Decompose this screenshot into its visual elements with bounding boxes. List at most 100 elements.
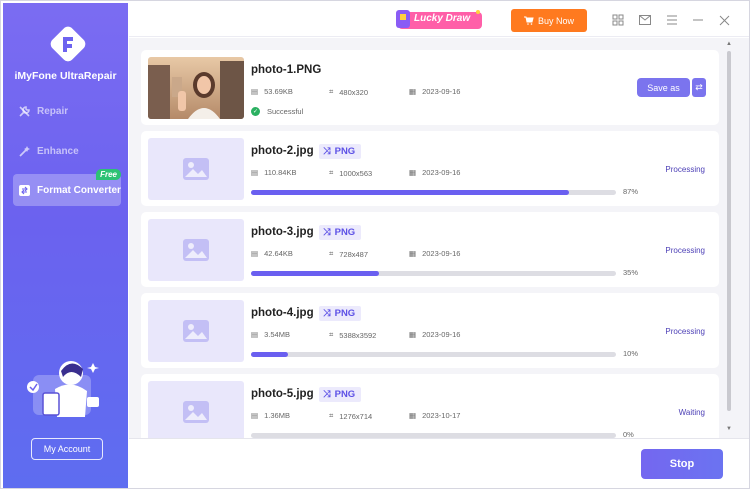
calendar-icon: ▦ [409,249,417,258]
file-date: ▦ 2023-09-16 [409,87,461,96]
file-icon: ▤ [251,168,259,177]
calendar-icon: ▦ [409,411,417,420]
shuffle-icon: ⤨ [323,308,331,319]
status-text: Processing [665,327,705,336]
file-name: photo-2.jpg [251,145,314,157]
photo-thumbnail [148,57,244,119]
status-text: Processing [665,246,705,255]
close-icon[interactable] [717,13,731,27]
format-badge: ⤨ PNG [319,225,362,240]
stop-button[interactable]: Stop [641,449,723,479]
user-illustration-icon [27,361,99,417]
shuffle-icon: ⤨ [323,146,331,157]
format-badge: ⤨ PNG [319,387,362,402]
crop-icon: ⌗ [329,87,334,96]
file-size: ▤ 42.64KB [251,249,293,258]
file-card: photo-2.jpg ⤨ PNG ▤ 110.84KB ⌗ 1000x563 ▦ 20… [141,131,719,206]
file-size: ▤ 1.36MB [251,411,290,420]
progress-percent: 0% [623,430,634,438]
file-size: ▤ 53.69KB [251,87,293,96]
file-dimensions: ⌗ 1276x714 [329,411,373,421]
crop-icon: ⌗ [329,249,334,258]
progress-percent: 10% [623,349,639,358]
file-size: ▤ 3.54MB [251,330,290,339]
file-date: ▦ 2023-09-16 [409,168,461,177]
file-dimensions: ⌗ 728x487 [329,249,369,259]
scroll-down-icon[interactable]: ▼ [726,426,732,432]
lucky-draw-label: Lucky Draw [414,13,471,24]
crop-icon: ⌗ [329,168,334,177]
file-icon: ▤ [251,249,259,258]
progress-bar [251,271,616,276]
app-window: iMyFone UltraRepair Repair Enhance Forma… [0,0,750,489]
app-logo-icon [50,26,86,62]
footer-bar: Stop [129,438,749,488]
file-size: ▤ 110.84KB [251,168,297,177]
status-text: Waiting [678,408,705,417]
sidebar-item-label: Enhance [37,145,79,157]
format-badge: ⤨ PNG [319,306,362,321]
file-card: photo-4.jpg ⤨ PNG ▤ 3.54MB ⌗ 5388x3592 ▦ 202… [141,293,719,368]
file-icon: ▤ [251,87,259,96]
sidebar-item-repair[interactable]: Repair [13,95,121,127]
title-bar: Lucky Draw Buy Now [129,3,749,37]
my-account-button[interactable]: My Account [31,438,103,460]
minimize-icon[interactable] [691,13,705,27]
file-name: photo-1.PNG [251,64,322,76]
progress-bar [251,190,616,195]
file-icon: ▤ [251,411,259,420]
scroll-up-icon[interactable]: ▲ [726,41,732,47]
file-date: ▦ 2023-09-16 [409,249,461,258]
shuffle-icon: ⤨ [323,227,331,238]
file-dimensions: ⌗ 5388x3592 [329,330,377,340]
sidebar-item-label: Format Converter [37,184,121,196]
sidebar: iMyFone UltraRepair Repair Enhance Forma… [3,3,128,488]
crop-icon: ⌗ [329,411,334,420]
crop-icon: ⌗ [329,330,334,339]
grid-icon[interactable] [611,13,625,27]
buy-now-label: Buy Now [537,15,574,26]
convert-icon [17,183,31,197]
buy-now-button[interactable]: Buy Now [511,9,587,32]
file-list: photo-1.PNG ▤ 53.69KB ⌗ 480x320 ▦ 2023-09-1… [129,38,749,438]
file-date: ▦ 2023-09-16 [409,330,461,339]
wand-icon [17,144,31,158]
file-dimensions: ⌗ 480x320 [329,87,369,97]
file-name: photo-3.jpg [251,226,314,238]
file-name: photo-4.jpg [251,307,314,319]
status-successful: ✓ Successful [251,107,304,116]
wrench-icon [17,104,31,118]
free-badge: Free [96,169,121,180]
mail-icon[interactable] [638,13,652,27]
lucky-draw-banner[interactable]: Lucky Draw [394,8,486,32]
sidebar-item-format-converter[interactable]: Format Converter Free [13,169,121,206]
check-icon: ✓ [251,107,260,116]
placeholder-image-icon [148,381,244,438]
placeholder-image-icon [148,219,244,281]
shuffle-icon: ⤨ [323,389,331,400]
file-icon: ▤ [251,330,259,339]
progress-percent: 35% [623,268,639,277]
file-date: ▦ 2023-10-17 [409,411,461,420]
calendar-icon: ▦ [409,168,417,177]
progress-percent: 87% [623,187,639,196]
brand-name: iMyFone UltraRepair [14,70,117,82]
cart-icon [523,16,534,25]
calendar-icon: ▦ [409,87,417,96]
format-badge: ⤨ PNG [319,144,362,159]
swap-icon[interactable]: ⇄ [692,78,706,97]
file-dimensions: ⌗ 1000x563 [329,168,373,178]
status-text: Processing [665,165,705,174]
file-name: photo-5.jpg [251,388,314,400]
sidebar-item-label: Repair [37,105,69,117]
save-as-button[interactable]: Save as [637,78,690,97]
progress-bar [251,352,616,357]
scrollbar[interactable] [727,51,731,411]
file-card: photo-3.jpg ⤨ PNG ▤ 42.64KB ⌗ 728x487 ▦ 2023… [141,212,719,287]
placeholder-image-icon [148,300,244,362]
calendar-icon: ▦ [409,330,417,339]
sidebar-item-enhance[interactable]: Enhance [13,135,121,167]
placeholder-image-icon [148,138,244,200]
menu-icon[interactable] [665,13,679,27]
file-card: photo-1.PNG ▤ 53.69KB ⌗ 480x320 ▦ 2023-09-1… [141,50,719,125]
